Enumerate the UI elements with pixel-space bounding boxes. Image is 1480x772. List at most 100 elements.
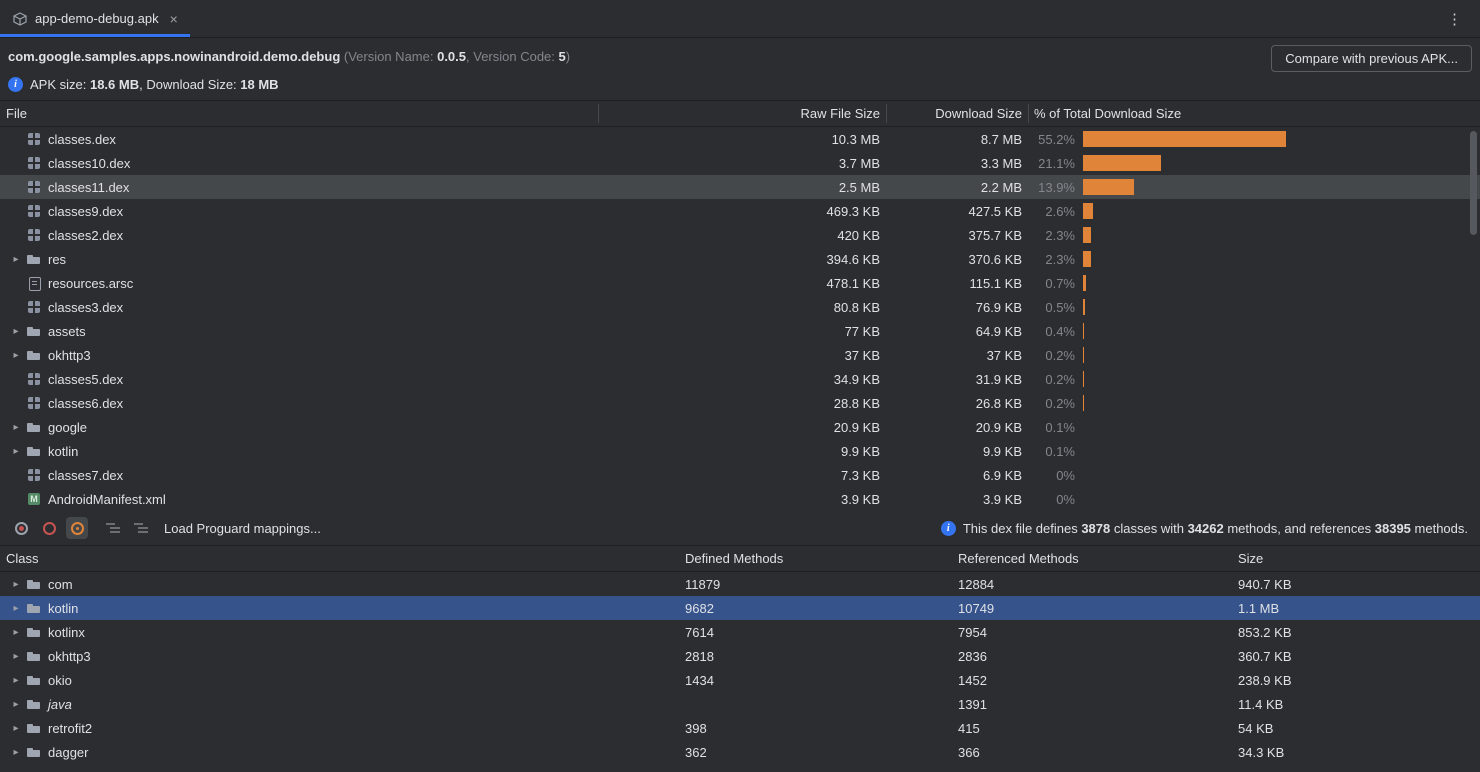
class-table-header: Class Defined Methods Referenced Methods…	[0, 545, 1480, 572]
expand-all-button[interactable]	[102, 517, 124, 539]
table-row[interactable]: ▸ okhttp3 37 KB 37 KB 0.2%	[0, 343, 1480, 367]
dex-viewer-toolbar: Load Proguard mappings... i This dex fil…	[0, 511, 1480, 545]
chevron-right-icon[interactable]: ▸	[8, 723, 24, 734]
chevron-right-icon[interactable]: ▸	[8, 446, 24, 457]
apk-size-text: APK size: 18.6 MB, Download Size: 18 MB	[30, 77, 279, 92]
table-row[interactable]: ▸ assets 77 KB 64.9 KB 0.4%	[0, 319, 1480, 343]
table-row[interactable]: ▸ okhttp3 2818 2836 360.7 KB	[0, 644, 1480, 668]
percent: 0.5%	[1028, 300, 1079, 315]
table-row[interactable]: ▸ google 20.9 KB 20.9 KB 0.1%	[0, 415, 1480, 439]
file-name-cell: ▸ classes.dex	[0, 127, 598, 151]
chevron-right-icon[interactable]: ▸	[8, 651, 24, 662]
filter-removed-nodes-button[interactable]	[38, 517, 60, 539]
raw-size: 394.6 KB	[598, 252, 886, 267]
apk-file-icon	[12, 11, 28, 27]
chevron-right-icon[interactable]: ▸	[8, 747, 24, 758]
table-row[interactable]: ▸ classes.dex 10.3 MB 8.7 MB 55.2%	[0, 127, 1480, 151]
package-folder-icon	[26, 696, 42, 712]
table-row[interactable]: ▸ classes9.dex 469.3 KB 427.5 KB 2.6%	[0, 199, 1480, 223]
percent-bar-cell	[1079, 151, 1480, 175]
compare-apk-button[interactable]: Compare with previous APK...	[1271, 45, 1472, 72]
table-row[interactable]: ▸ kotlinx 7614 7954 853.2 KB	[0, 620, 1480, 644]
file-name: kotlin	[48, 444, 78, 459]
percent: 0.2%	[1028, 396, 1079, 411]
chevron-right-icon[interactable]: ▸	[8, 603, 24, 614]
table-row[interactable]: ▸ classes10.dex 3.7 MB 3.3 MB 21.1%	[0, 151, 1480, 175]
table-row[interactable]: ▸ classes5.dex 34.9 KB 31.9 KB 0.2%	[0, 367, 1480, 391]
table-row[interactable]: ▸ classes7.dex 7.3 KB 6.9 KB 0%	[0, 463, 1480, 487]
chevron-right-icon[interactable]: ▸	[8, 422, 24, 433]
file-name-cell: ▸ classes2.dex	[0, 223, 598, 247]
dex-info: i This dex file defines 3878 classes wit…	[941, 521, 1470, 536]
table-row[interactable]: ▸ retrofit2 398 415 54 KB	[0, 716, 1480, 740]
chevron-right-icon[interactable]: ▸	[8, 627, 24, 638]
chevron-right-icon[interactable]: ▸	[8, 699, 24, 710]
table-row[interactable]: ▸ okio 1434 1452 238.9 KB	[0, 668, 1480, 692]
raw-size: 3.7 MB	[598, 156, 886, 171]
table-row[interactable]: ▸ resources.arsc 478.1 KB 115.1 KB 0.7%	[0, 271, 1480, 295]
dex-file-icon	[26, 203, 42, 219]
download-size: 8.7 MB	[886, 132, 1028, 147]
file-name-cell: ▸ kotlin	[0, 439, 598, 463]
table-row[interactable]: ▸ classes3.dex 80.8 KB 76.9 KB 0.5%	[0, 295, 1480, 319]
more-options-icon[interactable]: ⋮	[1441, 0, 1468, 38]
chevron-right-icon[interactable]: ▸	[8, 350, 24, 361]
class-name-cell: ▸ com	[0, 572, 685, 596]
table-row[interactable]: ▸ classes11.dex 2.5 MB 2.2 MB 13.9%	[0, 175, 1480, 199]
close-tab-icon[interactable]: ×	[170, 12, 178, 26]
raw-size: 80.8 KB	[598, 300, 886, 315]
table-row[interactable]: ▸ res 394.6 KB 370.6 KB 2.3%	[0, 247, 1480, 271]
package-folder-icon	[26, 624, 42, 640]
table-row[interactable]: ▸ AndroidManifest.xml 3.9 KB 3.9 KB 0%	[0, 487, 1480, 511]
file-name-cell: ▸ classes5.dex	[0, 367, 598, 391]
percent: 0.1%	[1028, 444, 1079, 459]
percent-bar	[1083, 131, 1286, 147]
table-row[interactable]: ▸ java 1391 11.4 KB	[0, 692, 1480, 716]
percent-bar	[1083, 155, 1161, 171]
table-row[interactable]: ▸ kotlin 9682 10749 1.1 MB	[0, 596, 1480, 620]
column-divider[interactable]	[598, 104, 599, 123]
chevron-right-icon[interactable]: ▸	[8, 579, 24, 590]
percent-bar	[1083, 179, 1134, 195]
size-line: i APK size: 18.6 MB, Download Size: 18 M…	[8, 71, 1472, 97]
table-row[interactable]: ▸ classes2.dex 420 KB 375.7 KB 2.3%	[0, 223, 1480, 247]
percent: 0.2%	[1028, 372, 1079, 387]
percent-bar-cell	[1079, 415, 1480, 439]
expand-all-icon	[106, 522, 120, 534]
download-size: 9.9 KB	[886, 444, 1028, 459]
collapse-all-button[interactable]	[130, 517, 152, 539]
table-row[interactable]: ▸ classes6.dex 28.8 KB 26.8 KB 0.2%	[0, 391, 1480, 415]
column-divider[interactable]	[1028, 104, 1029, 123]
percent-bar-cell	[1079, 127, 1480, 151]
filter-classes-button[interactable]	[10, 517, 32, 539]
filter-referenced-nodes-button[interactable]	[66, 517, 88, 539]
download-size: 6.9 KB	[886, 468, 1028, 483]
chevron-right-icon[interactable]: ▸	[8, 254, 24, 265]
class-size: 54 KB	[1238, 721, 1480, 736]
percent: 0.2%	[1028, 348, 1079, 363]
version-label: (Version Name:	[340, 49, 437, 64]
class-name: dagger	[48, 745, 88, 760]
filter-referenced-nodes-icon	[71, 522, 84, 535]
referenced-methods: 2836	[958, 649, 1238, 664]
table-row[interactable]: ▸ com 11879 12884 940.7 KB	[0, 572, 1480, 596]
classes-count: 3878	[1081, 521, 1110, 536]
table-row[interactable]: ▸ kotlin 9.9 KB 9.9 KB 0.1%	[0, 439, 1480, 463]
package-name: com.google.samples.apps.nowinandroid.dem…	[8, 49, 340, 64]
chevron-right-icon[interactable]: ▸	[8, 326, 24, 337]
vertical-scrollbar[interactable]	[1470, 131, 1477, 235]
load-proguard-mappings-link[interactable]: Load Proguard mappings...	[164, 521, 321, 536]
arsc-file-icon	[26, 275, 42, 291]
folder-file-icon	[26, 347, 42, 363]
file-name-cell: ▸ google	[0, 415, 598, 439]
column-divider[interactable]	[886, 104, 887, 123]
info-icon: i	[8, 77, 23, 92]
tab-apk-file[interactable]: app-demo-debug.apk ×	[0, 0, 190, 37]
version-code-label: , Version Code:	[466, 49, 559, 64]
percent-bar	[1083, 299, 1085, 315]
defined-methods: 7614	[685, 625, 958, 640]
chevron-right-icon[interactable]: ▸	[8, 675, 24, 686]
table-row[interactable]: ▸ dagger 362 366 34.3 KB	[0, 740, 1480, 764]
download-size: 3.9 KB	[886, 492, 1028, 507]
dex-info-suffix: methods.	[1411, 521, 1468, 536]
